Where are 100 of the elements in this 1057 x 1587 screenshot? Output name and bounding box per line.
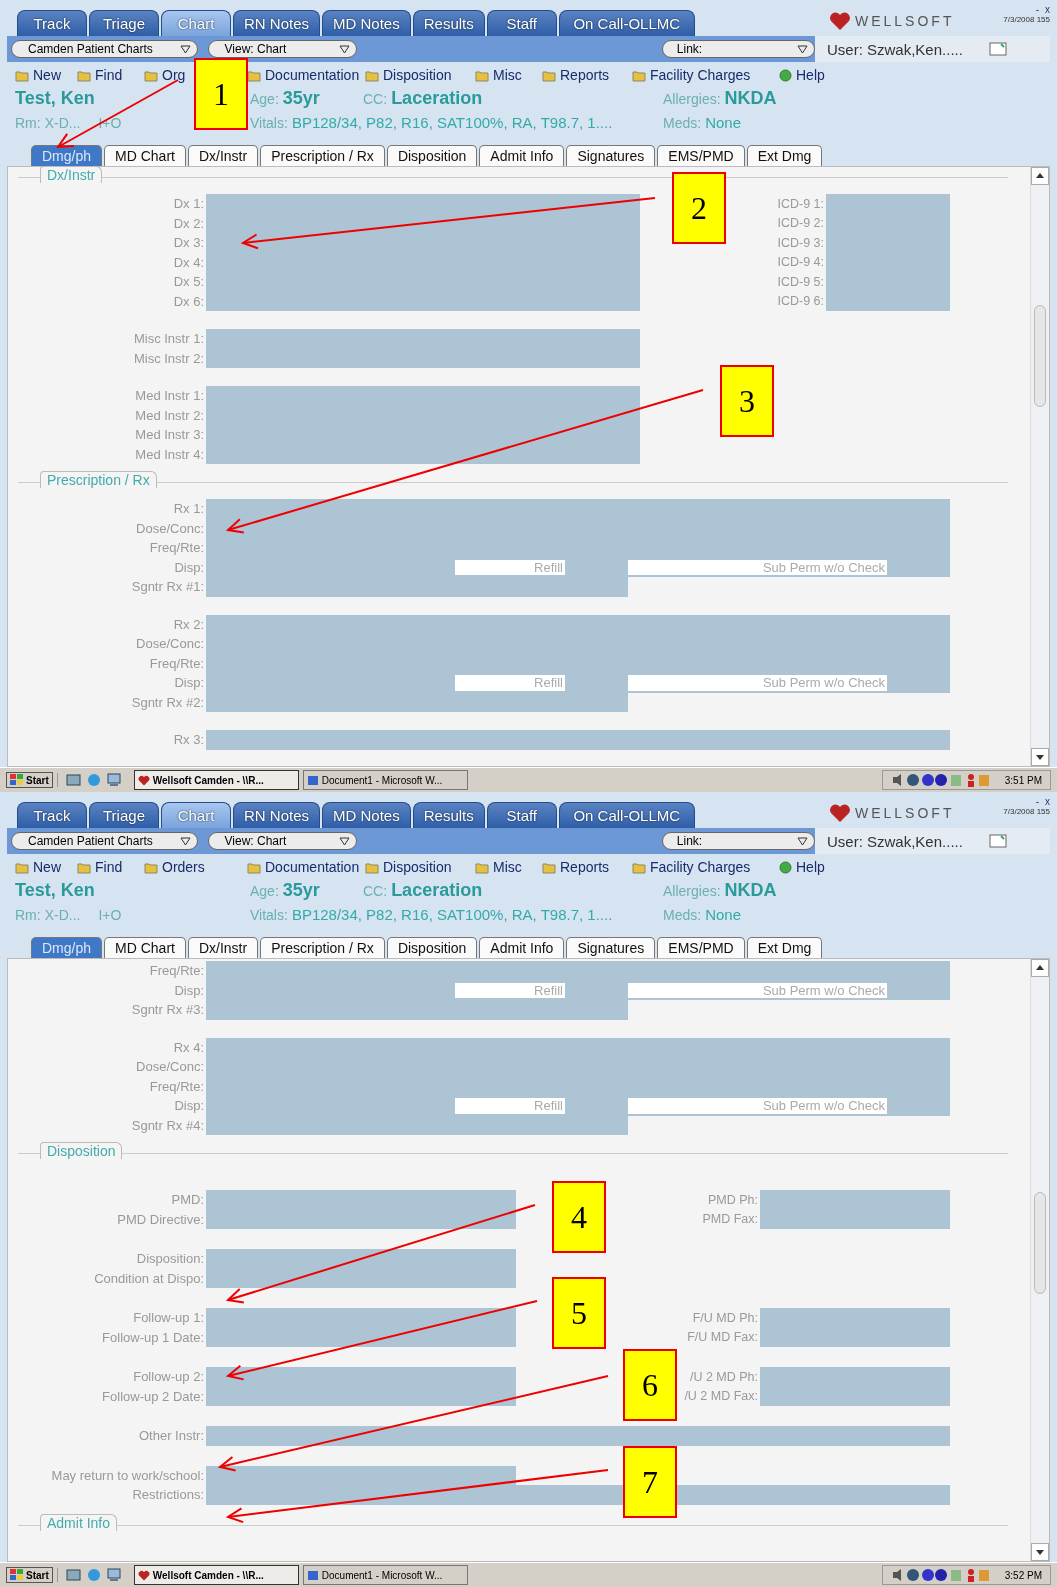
input-field[interactable] bbox=[206, 329, 640, 349]
dropdown[interactable]: Camden Patient Charts bbox=[11, 40, 198, 58]
input-field[interactable] bbox=[206, 1249, 516, 1269]
page-tab[interactable]: Prescription / Rx bbox=[260, 145, 385, 166]
menu-item[interactable]: New bbox=[15, 859, 61, 875]
input-field[interactable] bbox=[206, 1000, 628, 1020]
menu-item[interactable]: Find bbox=[77, 859, 123, 875]
taskbar-button[interactable]: Wellsoft Camden - \\R... bbox=[133, 1565, 299, 1585]
page-tab[interactable]: Dmg/ph bbox=[31, 937, 103, 958]
link-dropdown[interactable]: Link: bbox=[661, 832, 815, 850]
globe-icon[interactable] bbox=[85, 1568, 102, 1582]
module-tab[interactable]: On Call-OLLMC bbox=[558, 802, 695, 828]
page-tab[interactable]: EMS/PMD bbox=[657, 937, 745, 958]
page-tab[interactable]: Dx/Instr bbox=[187, 937, 259, 958]
page-tab[interactable]: Admit Info bbox=[479, 937, 565, 958]
window-control[interactable]: - bbox=[1035, 796, 1039, 807]
start-button[interactable]: Start bbox=[6, 772, 53, 788]
input-field[interactable] bbox=[826, 194, 950, 214]
scrollbar[interactable] bbox=[1030, 959, 1049, 1561]
module-tab[interactable]: MD Notes bbox=[322, 802, 411, 828]
menu-item[interactable]: Documentation bbox=[247, 859, 360, 875]
page-tab[interactable]: MD Chart bbox=[104, 145, 186, 166]
menu-item[interactable]: Disposition bbox=[365, 859, 452, 875]
input-field[interactable] bbox=[206, 1426, 950, 1446]
module-tab[interactable]: Triage bbox=[89, 802, 159, 828]
menu-item[interactable]: Help bbox=[779, 859, 825, 875]
module-tab[interactable]: RN Notes bbox=[233, 802, 321, 828]
input-field[interactable] bbox=[206, 577, 628, 597]
tray-icons[interactable] bbox=[890, 1567, 991, 1583]
menu-item[interactable]: Facility Charges bbox=[632, 859, 751, 875]
window-control[interactable]: x bbox=[1045, 796, 1050, 807]
module-tab[interactable]: Staff bbox=[486, 802, 557, 828]
input-field[interactable] bbox=[206, 499, 950, 519]
link-dropdown[interactable]: Link: bbox=[661, 40, 815, 58]
menu-item[interactable]: Facility Charges bbox=[632, 67, 751, 83]
taskbar-button[interactable]: Wellsoft Camden - \\R... bbox=[133, 770, 299, 790]
page-tab[interactable]: Disposition bbox=[386, 145, 478, 166]
scrollbar[interactable] bbox=[1030, 167, 1049, 766]
computer-icon[interactable] bbox=[105, 1568, 122, 1582]
page-tab[interactable]: Dmg/ph bbox=[31, 145, 103, 166]
input-field[interactable] bbox=[206, 348, 640, 368]
note-icon[interactable] bbox=[988, 834, 1007, 848]
scrollbar-thumb[interactable] bbox=[1034, 305, 1046, 407]
input-field[interactable] bbox=[206, 1115, 628, 1135]
window-control[interactable]: x bbox=[1045, 4, 1050, 15]
input-field[interactable] bbox=[760, 1308, 950, 1328]
input-field[interactable] bbox=[206, 730, 950, 750]
module-tab[interactable]: Triage bbox=[89, 10, 159, 36]
input-field[interactable] bbox=[760, 1190, 950, 1210]
menu-item[interactable]: Find bbox=[77, 67, 123, 83]
input-field[interactable] bbox=[760, 1209, 950, 1229]
input-field[interactable] bbox=[206, 1308, 516, 1328]
input-field[interactable] bbox=[206, 386, 640, 406]
computer-icon[interactable] bbox=[105, 773, 122, 787]
page-tab[interactable]: Admit Info bbox=[479, 145, 565, 166]
module-tab[interactable]: Track bbox=[17, 802, 87, 828]
module-tab[interactable]: Results bbox=[412, 10, 485, 36]
input-field[interactable] bbox=[760, 1367, 950, 1387]
page-tab[interactable]: Disposition bbox=[386, 937, 478, 958]
taskbar-button[interactable]: Document1 - Microsoft W... bbox=[302, 770, 468, 790]
menu-item[interactable]: Reports bbox=[542, 859, 610, 875]
window-control[interactable]: - bbox=[1035, 4, 1039, 15]
note-icon[interactable] bbox=[988, 42, 1007, 56]
menu-item[interactable]: Orders bbox=[144, 859, 205, 875]
menu-item[interactable]: Help bbox=[779, 67, 825, 83]
module-tab[interactable]: On Call-OLLMC bbox=[558, 10, 695, 36]
menu-item[interactable]: Org bbox=[144, 67, 186, 83]
scrollbar-thumb[interactable] bbox=[1034, 1192, 1046, 1294]
input-field[interactable] bbox=[206, 1190, 516, 1210]
menu-item[interactable]: Misc bbox=[475, 67, 522, 83]
dropdown[interactable]: View: Chart bbox=[207, 40, 357, 58]
input-field[interactable] bbox=[760, 1386, 950, 1406]
input-field[interactable] bbox=[206, 291, 640, 311]
input-field[interactable] bbox=[206, 614, 950, 634]
input-field[interactable] bbox=[826, 291, 950, 311]
page-tab[interactable]: EMS/PMD bbox=[657, 145, 745, 166]
page-tab[interactable]: Signatures bbox=[566, 145, 656, 166]
taskbar-button[interactable]: Document1 - Microsoft W... bbox=[302, 1565, 468, 1585]
input-field[interactable] bbox=[206, 692, 628, 712]
input-field[interactable] bbox=[206, 1367, 516, 1387]
module-tab[interactable]: MD Notes bbox=[322, 10, 411, 36]
page-tab[interactable]: Signatures bbox=[566, 937, 656, 958]
module-tab[interactable]: Results bbox=[412, 802, 485, 828]
desktop-icon[interactable] bbox=[65, 773, 82, 787]
input-field[interactable] bbox=[206, 1037, 950, 1057]
menu-item[interactable]: New bbox=[15, 67, 61, 83]
input-field[interactable] bbox=[206, 194, 640, 214]
input-field[interactable] bbox=[206, 961, 950, 981]
menu-item[interactable]: Documentation bbox=[247, 67, 360, 83]
page-tab[interactable]: MD Chart bbox=[104, 937, 186, 958]
page-tab[interactable]: Dx/Instr bbox=[187, 145, 259, 166]
input-field[interactable] bbox=[760, 1327, 950, 1347]
dropdown[interactable]: Camden Patient Charts bbox=[11, 832, 198, 850]
module-tab[interactable]: Staff bbox=[486, 10, 557, 36]
tray-icons[interactable] bbox=[890, 772, 991, 788]
page-tab[interactable]: Ext Dmg bbox=[746, 145, 823, 166]
page-tab[interactable]: Prescription / Rx bbox=[260, 937, 385, 958]
globe-icon[interactable] bbox=[85, 773, 102, 787]
menu-item[interactable]: Reports bbox=[542, 67, 610, 83]
input-field[interactable] bbox=[206, 1465, 516, 1485]
